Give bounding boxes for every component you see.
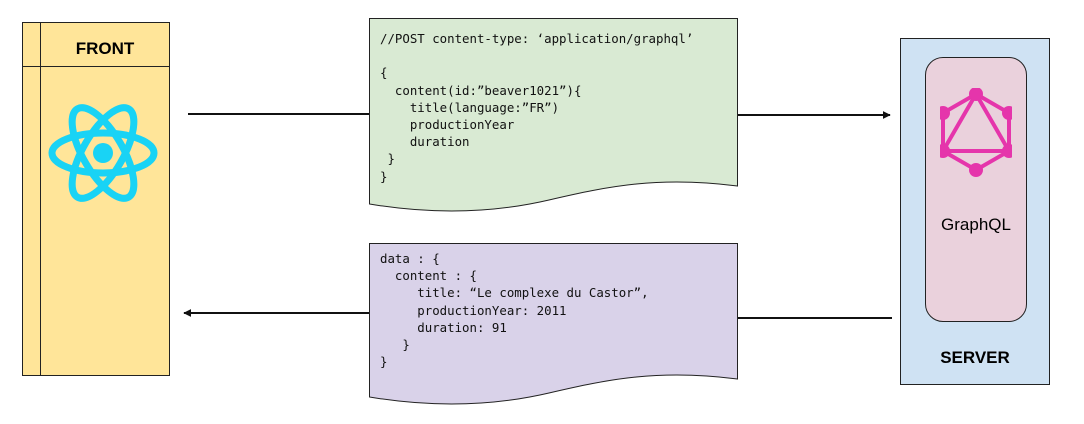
code-line: data : {	[380, 251, 440, 266]
front-divider-vertical	[40, 23, 41, 375]
code-line: productionYear: 2011	[380, 302, 567, 318]
graphql-label: GraphQL	[941, 215, 1011, 234]
response-code: data : { content : { title: “Le complexe…	[380, 250, 649, 370]
server-panel: GraphQL SERVER	[900, 38, 1050, 385]
code-line: }	[380, 151, 395, 167]
front-divider-horizontal	[23, 66, 169, 67]
code-line: productionYear	[380, 117, 515, 133]
request-document: //POST content-type: ‘application/graphq…	[369, 18, 738, 218]
code-line: //POST content-type: ‘application/graphq…	[380, 31, 694, 46]
code-line: }	[380, 337, 410, 353]
front-title: FRONT	[75, 39, 135, 58]
code-line: }	[380, 168, 388, 184]
request-code: //POST content-type: ‘application/graphq…	[380, 30, 693, 185]
graphql-icon	[940, 88, 1012, 177]
code-line: content(id:”beaver1021”){	[380, 82, 582, 98]
code-line: duration: 91	[380, 319, 507, 335]
code-line: content : {	[380, 268, 477, 284]
code-line: }	[380, 354, 388, 370]
react-atom-icon	[48, 104, 158, 202]
code-line: title(language:”FR”)	[380, 99, 560, 115]
code-line: {	[380, 65, 388, 81]
code-line: title: “Le complexe du Castor”,	[380, 285, 649, 301]
code-line: duration	[380, 134, 470, 150]
front-panel: FRONT	[22, 22, 170, 376]
server-title: SERVER	[940, 348, 1010, 367]
response-document: data : { content : { title: “Le complexe…	[369, 243, 738, 413]
graphql-service-box: GraphQL	[925, 57, 1027, 322]
